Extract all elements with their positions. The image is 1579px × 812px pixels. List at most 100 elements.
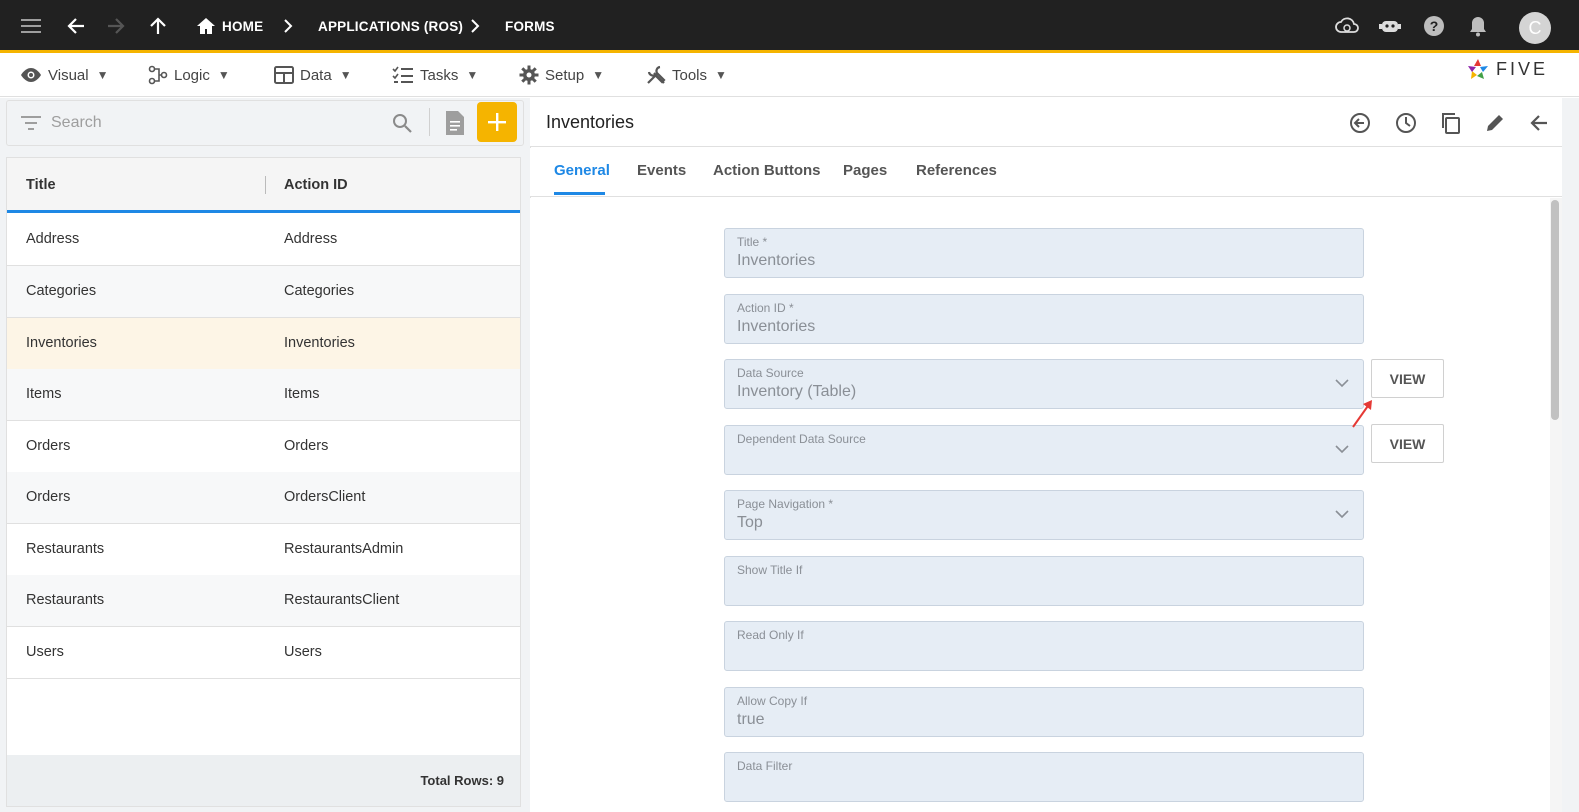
field-label: Show Title If (737, 563, 803, 577)
up-arrow-icon[interactable] (146, 14, 170, 38)
plus-icon (488, 113, 506, 131)
chatbot-icon[interactable] (1378, 14, 1402, 38)
tools-icon (647, 65, 666, 84)
data-source-select[interactable]: Data Source Inventory (Table) (724, 359, 1364, 409)
column-header-title[interactable]: Title (26, 177, 56, 193)
cell-title: Restaurants (26, 592, 105, 608)
tab-action-buttons[interactable]: Action Buttons (713, 162, 820, 179)
forms-table: Title Action ID Address Address Categorie… (6, 157, 521, 807)
menu-setup[interactable]: Setup ▼ (519, 64, 604, 86)
column-resize-handle[interactable] (265, 176, 266, 194)
copy-icon[interactable] (1438, 110, 1464, 136)
cell-action-id: Inventories (284, 335, 355, 351)
gear-icon (519, 65, 539, 85)
breadcrumb-applications[interactable]: APPLICATIONS (ROS) (318, 19, 463, 34)
menu-data[interactable]: Data ▼ (274, 64, 352, 86)
right-edge (1562, 98, 1579, 812)
chevron-down-icon (1335, 379, 1349, 388)
menu-tools[interactable]: Tools ▼ (646, 64, 727, 86)
field-label: Data Filter (737, 759, 793, 773)
tasks-icon (392, 66, 413, 83)
field-label: Action ID * (737, 301, 794, 315)
edit-pencil-icon[interactable] (1482, 110, 1508, 136)
menu-visual[interactable]: Visual ▼ (20, 64, 108, 86)
field-value: Top (737, 514, 763, 531)
cell-title: Orders (26, 438, 71, 454)
search-input[interactable]: Search (51, 114, 102, 132)
allow-copy-if-field[interactable]: Allow Copy If true (724, 687, 1364, 737)
back-arrow-icon[interactable] (64, 14, 88, 38)
field-value: Inventory (Table) (737, 383, 857, 400)
clock-icon[interactable] (1393, 110, 1419, 136)
action-id-field[interactable]: Action ID * Inventories (724, 294, 1364, 344)
field-label: Allow Copy If (737, 694, 808, 708)
view-data-source-button[interactable]: VIEW (1371, 359, 1444, 398)
chevron-down-icon (1335, 510, 1349, 519)
cell-title: Categories (26, 283, 97, 299)
title-field[interactable]: Title * Inventories (724, 228, 1364, 278)
five-logo: FIVE (1466, 58, 1548, 80)
table-header: Title Action ID (7, 158, 520, 213)
table-footer: Total Rows: 9 (7, 755, 520, 806)
dependent-data-source-select[interactable]: Dependent Data Source (724, 425, 1364, 475)
menu-logic[interactable]: Logic ▼ (148, 64, 230, 86)
document-icon[interactable] (444, 110, 466, 136)
chevron-right-icon (276, 14, 300, 38)
tab-pages[interactable]: Pages (843, 162, 887, 179)
active-tab-indicator (554, 192, 605, 195)
cell-title: Address (26, 231, 80, 247)
add-record-button[interactable] (477, 102, 517, 142)
table-row[interactable]: Orders OrdersClient (7, 472, 520, 524)
top-bar: HOME APPLICATIONS (ROS) FORMS ? C (0, 0, 1579, 53)
table-row[interactable]: Categories Categories (7, 266, 520, 318)
history-back-icon[interactable] (1347, 110, 1373, 136)
cloud-icon[interactable] (1335, 14, 1359, 38)
page-navigation-select[interactable]: Page Navigation * Top (724, 490, 1364, 540)
cell-action-id: Categories (284, 283, 355, 299)
total-rows: Total Rows: 9 (420, 773, 504, 788)
menu-data-label: Data (300, 66, 332, 84)
cell-action-id: Address (284, 231, 338, 247)
chevron-right-icon (463, 14, 487, 38)
breadcrumb-home[interactable]: HOME (222, 19, 263, 34)
notification-bell-icon[interactable] (1466, 14, 1490, 38)
breadcrumb-forms[interactable]: FORMS (505, 19, 555, 34)
hamburger-menu-icon[interactable] (20, 14, 44, 38)
logo-text: FIVE (1496, 58, 1549, 79)
view-dependent-data-source-button[interactable]: VIEW (1371, 424, 1444, 463)
home-icon[interactable] (194, 14, 218, 38)
table-row[interactable]: Users Users (7, 627, 520, 679)
field-label: Data Source (737, 366, 804, 380)
close-back-arrow-icon[interactable] (1526, 110, 1552, 136)
table-row[interactable]: Orders Orders (7, 421, 520, 473)
read-only-if-field[interactable]: Read Only If (724, 621, 1364, 671)
cell-action-id: RestaurantsClient (284, 592, 400, 608)
table-row[interactable]: Address Address (7, 214, 520, 266)
menu-logic-label: Logic (174, 66, 210, 84)
tab-events[interactable]: Events (637, 162, 686, 179)
search-icon[interactable] (392, 113, 412, 133)
table-row-selected[interactable]: Inventories Inventories (7, 318, 520, 370)
table-row[interactable]: Restaurants RestaurantsAdmin (7, 524, 520, 576)
tab-general[interactable]: General (554, 162, 610, 179)
field-value: Inventories (737, 318, 816, 335)
data-filter-field[interactable]: Data Filter (724, 752, 1364, 802)
table-row[interactable]: Items Items (7, 369, 520, 421)
field-label: Page Navigation * (737, 497, 834, 511)
logic-icon (148, 65, 168, 85)
user-avatar[interactable]: C (1519, 12, 1551, 44)
forward-arrow-icon[interactable] (104, 14, 128, 38)
show-title-if-field[interactable]: Show Title If (724, 556, 1364, 606)
chevron-down-icon (1335, 445, 1349, 454)
table-row[interactable]: Restaurants RestaurantsClient (7, 575, 520, 627)
field-label: Title * (737, 235, 768, 249)
filter-icon[interactable] (21, 115, 41, 131)
menu-tasks[interactable]: Tasks ▼ (392, 64, 478, 86)
menu-tools-label: Tools (672, 66, 708, 84)
tab-references[interactable]: References (916, 162, 997, 179)
scrollbar-thumb[interactable] (1551, 200, 1559, 420)
cell-title: Items (26, 386, 62, 402)
help-icon[interactable]: ? (1422, 14, 1446, 38)
column-header-action-id[interactable]: Action ID (284, 177, 348, 193)
field-value: Inventories (737, 252, 816, 269)
